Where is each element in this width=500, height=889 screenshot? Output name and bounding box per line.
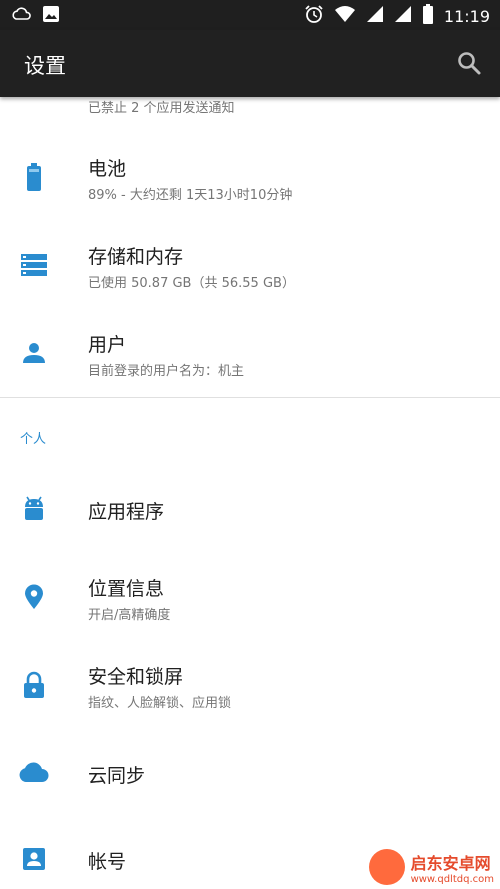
settings-item-users[interactable]: 用户 目前登录的用户名为：机主 bbox=[0, 310, 500, 398]
user-icon bbox=[18, 337, 50, 369]
wifi-icon bbox=[334, 5, 356, 27]
cloud-icon bbox=[18, 756, 50, 788]
settings-item-title: 帐号 bbox=[88, 851, 127, 873]
settings-item-title: 云同步 bbox=[88, 765, 146, 787]
page-title: 设置 bbox=[24, 54, 66, 78]
watermark-logo: 启东安卓网 www.qdltdq.com bbox=[368, 849, 494, 885]
settings-item-title: 位置信息 bbox=[88, 578, 165, 600]
settings-item-location[interactable]: 位置信息 开启/高精确度 bbox=[0, 554, 500, 642]
settings-item-subtitle: 开启/高精确度 bbox=[88, 608, 171, 623]
settings-item-apps[interactable]: 应用程序 bbox=[0, 466, 500, 554]
weather-icon bbox=[12, 5, 32, 27]
account-icon bbox=[18, 843, 50, 875]
section-header-personal: 个人 bbox=[20, 432, 47, 447]
settings-item-security[interactable]: 安全和锁屏 指纹、人脸解锁、应用锁 bbox=[0, 642, 500, 730]
settings-item-subtitle: 89% - 大约还剩 1天13小时10分钟 bbox=[88, 188, 293, 203]
settings-item-subtitle: 已使用 50.87 GB（共 56.55 GB） bbox=[88, 276, 295, 291]
battery-icon bbox=[18, 161, 50, 193]
watermark-badge-icon bbox=[368, 849, 405, 885]
settings-item-subtitle: 指纹、人脸解锁、应用锁 bbox=[88, 696, 232, 711]
storage-icon bbox=[18, 249, 50, 281]
android-icon bbox=[18, 494, 50, 526]
section-divider bbox=[0, 397, 500, 398]
watermark-title: 启东安卓网 bbox=[410, 853, 491, 873]
watermark-url: www.qdltdq.com bbox=[410, 873, 494, 885]
signal-icon bbox=[366, 5, 384, 27]
alarm-icon bbox=[304, 4, 324, 28]
settings-item-storage[interactable]: 存储和内存 已使用 50.87 GB（共 56.55 GB） bbox=[0, 222, 500, 310]
signal-2-icon bbox=[394, 5, 412, 27]
lock-icon bbox=[18, 669, 50, 701]
settings-list: 已禁止 2 个应用发送通知 电池 89% - 大约还剩 1天13小时10分钟 存… bbox=[0, 97, 500, 889]
settings-item-battery[interactable]: 电池 89% - 大约还剩 1天13小时10分钟 bbox=[0, 134, 500, 222]
settings-item-title: 存储和内存 bbox=[88, 246, 184, 268]
status-time: 11:19 bbox=[443, 6, 490, 26]
settings-item-subtitle: 目前登录的用户名为：机主 bbox=[88, 364, 245, 379]
status-bar: 11:19 bbox=[0, 0, 500, 30]
settings-item-title: 应用程序 bbox=[88, 501, 165, 523]
location-icon bbox=[18, 581, 50, 613]
settings-item-title: 安全和锁屏 bbox=[88, 666, 184, 688]
battery-icon bbox=[422, 4, 434, 28]
settings-item-title: 用户 bbox=[88, 334, 127, 356]
settings-item-subtitle: 已禁止 2 个应用发送通知 bbox=[88, 101, 235, 116]
settings-item-cloud-sync[interactable]: 云同步 bbox=[0, 730, 500, 818]
image-icon bbox=[42, 5, 60, 27]
search-icon[interactable] bbox=[456, 50, 482, 76]
settings-item-title: 电池 bbox=[88, 158, 127, 180]
toolbar: 设置 bbox=[0, 30, 500, 97]
